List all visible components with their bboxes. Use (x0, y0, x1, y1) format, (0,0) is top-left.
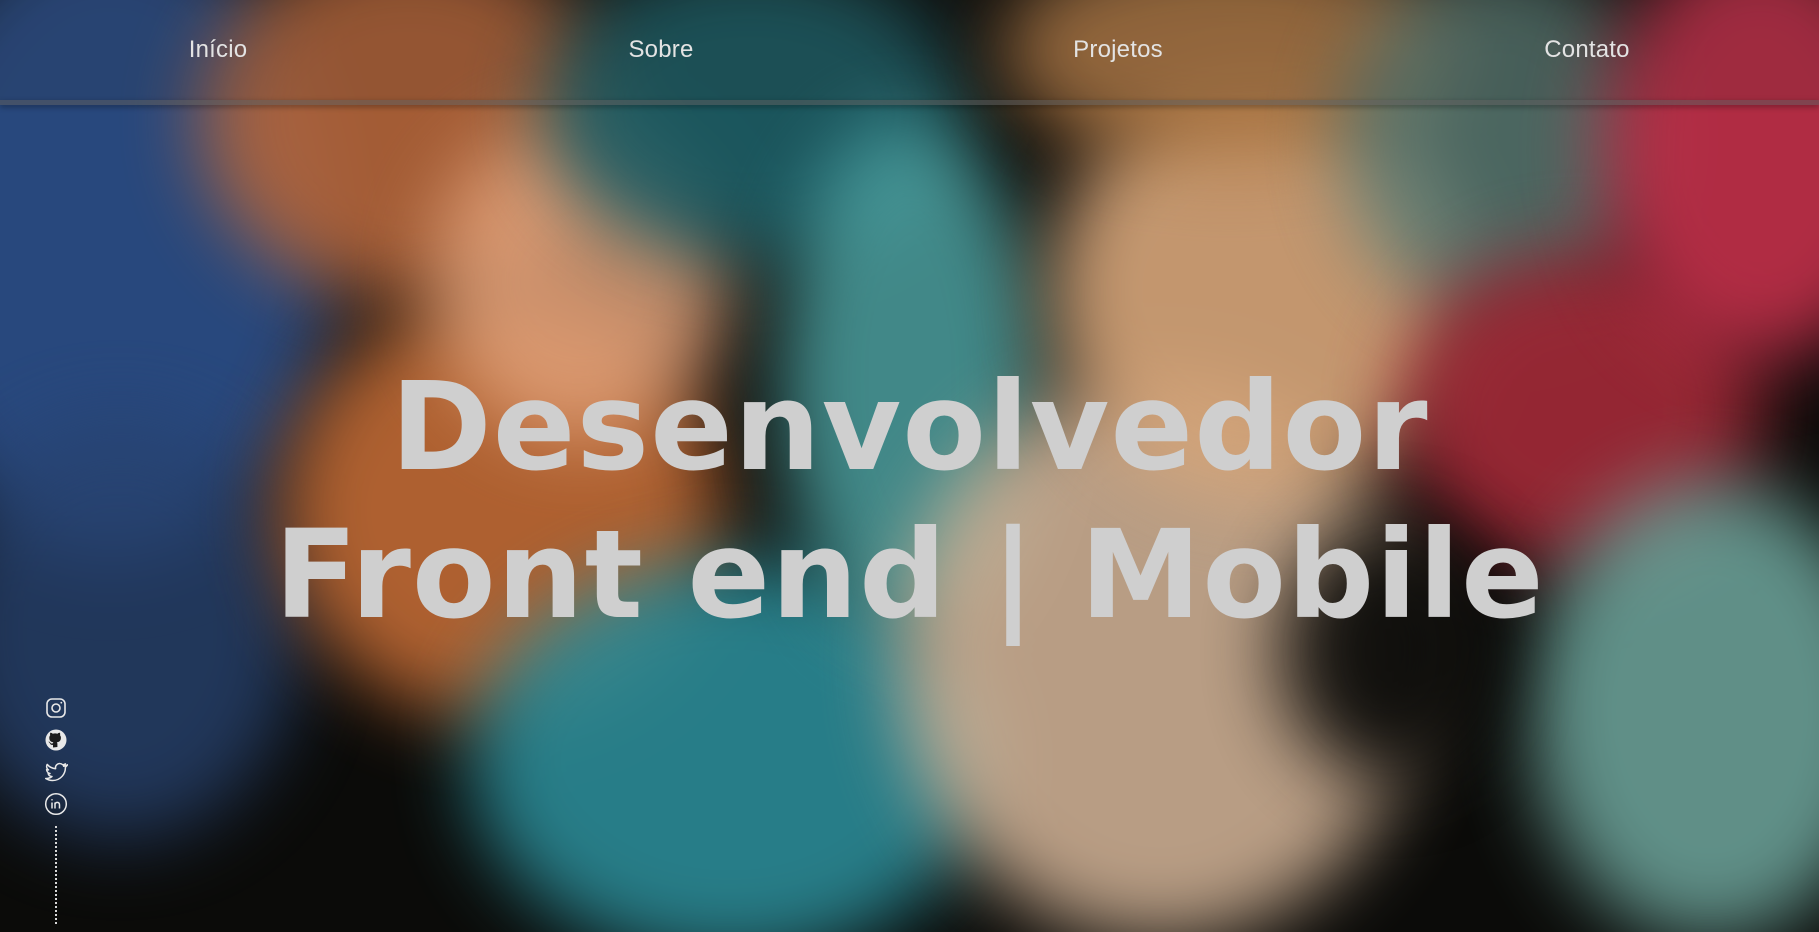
twitter-icon[interactable] (44, 760, 68, 784)
linkedin-icon[interactable] (44, 792, 68, 816)
hero-title-line-1: Desenvolvedor (390, 356, 1429, 498)
hero-title-line-2: Front end | Mobile (274, 504, 1545, 646)
nav-link-inicio[interactable]: Início (189, 36, 248, 64)
nav-link-contato[interactable]: Contato (1544, 36, 1629, 64)
nav-link-projetos[interactable]: Projetos (1073, 36, 1163, 64)
nav-divider (0, 100, 1819, 105)
page: Início Sobre Projetos Contato Desenvolve… (0, 0, 1819, 932)
github-icon[interactable] (44, 728, 68, 752)
social-divider-line (55, 826, 57, 924)
nav-link-sobre[interactable]: Sobre (628, 36, 693, 64)
instagram-icon[interactable] (44, 696, 68, 720)
